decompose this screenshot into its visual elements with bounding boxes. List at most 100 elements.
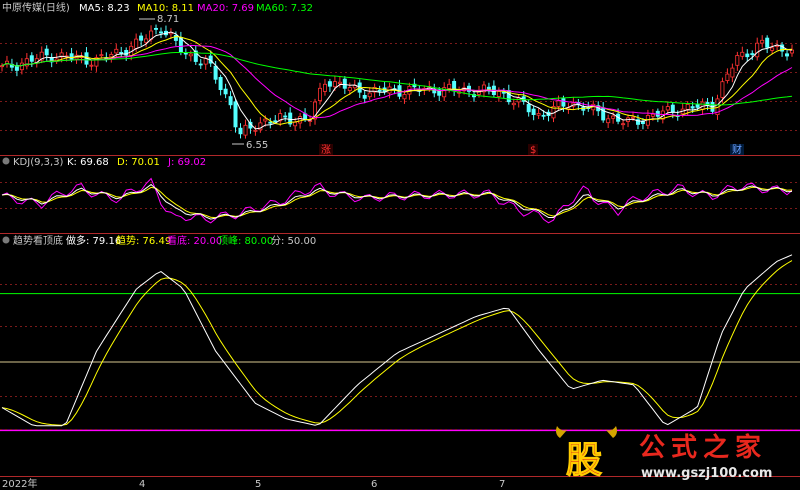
legend-ma10: MA10: 8.11: [137, 3, 194, 14]
candle-body: [695, 104, 700, 108]
candle-body: [119, 52, 124, 54]
event-marker-cai: 财: [732, 143, 742, 156]
stock-chart: 中原传媒(日线) MA5: 8.23 MA10: 8.11 MA20: 7.69…: [0, 0, 800, 490]
candle-body: [99, 54, 104, 57]
candle-body: [268, 121, 273, 124]
candle-body: [317, 87, 322, 102]
legend-k: K: 69.68: [67, 157, 109, 168]
candle-body: [496, 91, 501, 97]
candle-body: [347, 87, 352, 91]
candle-body: [501, 91, 506, 94]
candle-body: [770, 47, 775, 51]
candle-body: [114, 48, 119, 54]
candle-body: [755, 42, 760, 58]
candle-body: [44, 48, 49, 56]
candle-body: [790, 49, 795, 54]
candle-body: [19, 62, 24, 71]
candle-body: [337, 81, 342, 84]
trend-title: 趋势看顶底: [13, 234, 63, 247]
candle-body: [223, 88, 228, 95]
candle-body: [342, 78, 347, 89]
candle-body: [720, 81, 725, 98]
candle-body: [745, 53, 750, 58]
panel-title: 中原传媒(日线): [2, 1, 70, 14]
candle-body: [511, 102, 516, 106]
candle-body: [228, 96, 233, 106]
legend-dingfeng: 顶峰: 80.00: [218, 235, 273, 247]
legend-d: D: 70.01: [117, 157, 160, 168]
watermark-logo: 股: [566, 439, 602, 481]
candle-body: [526, 103, 531, 113]
candle-body: [153, 27, 158, 30]
candle-body: [327, 81, 332, 87]
candle-body: [650, 113, 655, 117]
legend-fen: 分: 50.00: [271, 235, 316, 247]
candle-body: [0, 65, 5, 68]
candle-body: [183, 52, 188, 55]
candle-body: [367, 92, 372, 98]
candle-body: [750, 53, 755, 55]
price-header: 中原传媒(日线) MA5: 8.23 MA10: 8.11 MA20: 7.69…: [2, 1, 313, 14]
trend-header: 趋势看顶底 做多: 79.16 趋势: 76.49 看底: 20.00 顶峰: …: [2, 234, 316, 247]
candle-body: [735, 55, 740, 66]
legend-kandi: 看底: 20.00: [167, 234, 222, 247]
candle-body: [243, 124, 248, 136]
x-tick-label: 4: [139, 479, 145, 490]
candle-body: [606, 118, 611, 124]
panel-toggle-icon[interactable]: [2, 157, 10, 165]
event-marker-dollar: $: [530, 145, 536, 156]
candle-body: [139, 35, 144, 41]
candle-body: [561, 98, 566, 107]
legend-ma5: MA5: 8.23: [79, 3, 130, 14]
candle-body: [273, 120, 278, 123]
candle-body: [536, 113, 541, 116]
candle-body: [730, 67, 735, 78]
event-marker-zhang: 涨: [321, 144, 331, 156]
candle-body: [263, 118, 268, 122]
candle-body: [685, 104, 690, 110]
candle-body: [760, 39, 765, 44]
candle-body: [158, 31, 163, 34]
candle-body: [188, 53, 193, 57]
candle-body: [332, 81, 337, 88]
kdj-title: KDJ(9,3,3): [13, 157, 64, 168]
candle-body: [785, 53, 790, 57]
candle-body: [198, 63, 203, 66]
candle-body: [725, 73, 730, 81]
candle-body: [690, 106, 695, 109]
candle-body: [218, 77, 223, 91]
candle-body: [531, 108, 536, 115]
candle-body: [541, 114, 546, 117]
legend-qushi: 趋势: 76.49: [116, 234, 171, 247]
candle-body: [89, 64, 94, 67]
candle-body: [740, 51, 745, 57]
low-price-marker: 6.55: [246, 140, 268, 151]
candle-body: [362, 95, 367, 99]
panel-toggle-icon[interactable]: [2, 236, 10, 244]
candle-body: [213, 65, 218, 80]
candle-body: [377, 89, 382, 92]
x-tick-label: 5: [255, 479, 261, 490]
candle-body: [402, 94, 407, 100]
candle-body: [238, 127, 243, 135]
candle-body: [486, 86, 491, 90]
legend-ma60: MA60: 7.32: [256, 3, 313, 14]
candle-body: [109, 54, 114, 58]
candle-body: [134, 38, 139, 49]
kdj-header: KDJ(9,3,3) K: 69.68 D: 70.01 J: 69.02: [2, 157, 206, 168]
watermark-title: 公式之家: [639, 432, 767, 463]
watermark-url: www.gszj100.com: [641, 466, 772, 481]
candle-body: [293, 121, 298, 127]
x-tick-label: 7: [499, 479, 505, 490]
legend-zuoduo: 做多: 79.16: [66, 234, 121, 247]
candle-body: [447, 83, 452, 90]
candle-body: [233, 101, 238, 128]
candle-body: [29, 55, 34, 62]
candle-body: [322, 83, 327, 92]
legend-j: J: 69.02: [167, 157, 206, 168]
candle-body: [631, 116, 636, 119]
candle-body: [253, 129, 258, 132]
candle-body: [556, 100, 561, 107]
candle-body: [144, 38, 149, 43]
candle-body: [621, 123, 626, 126]
